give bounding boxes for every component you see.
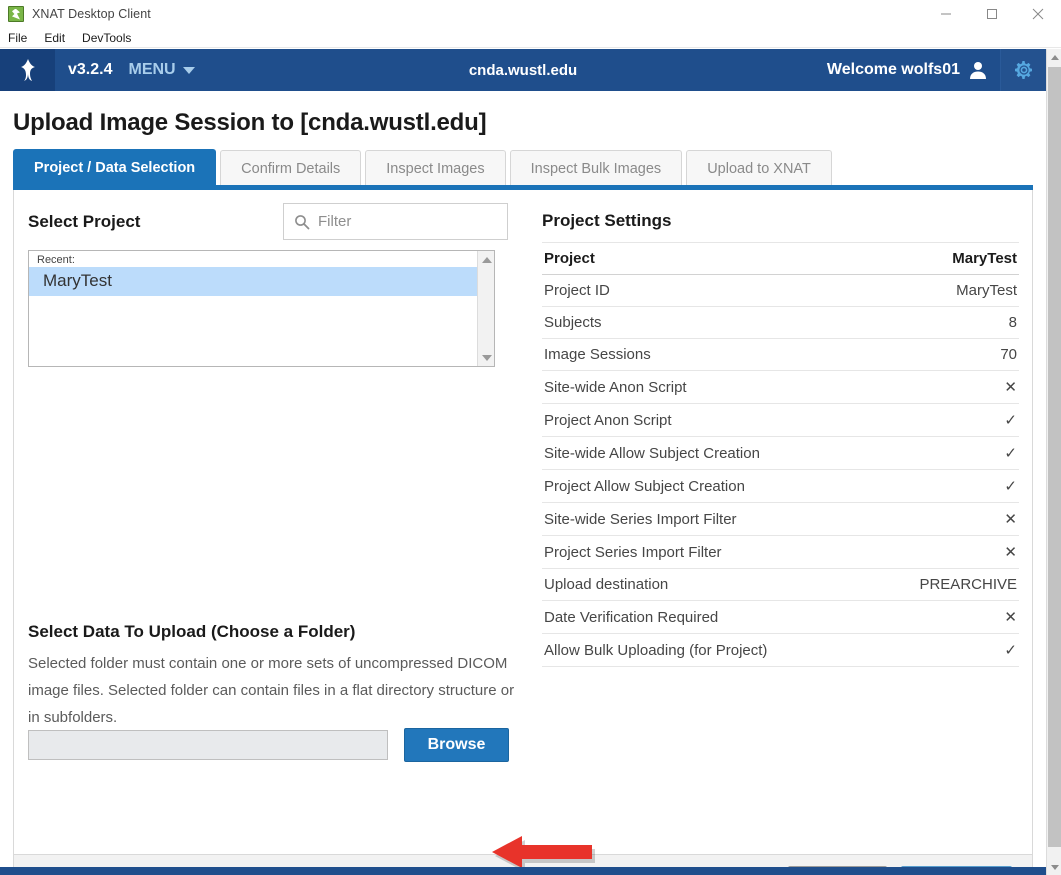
settings-value-cross-icon: ✕: [872, 371, 1019, 404]
settings-label: Image Sessions: [542, 339, 872, 371]
settings-value-cross-icon: ✕: [872, 503, 1019, 536]
table-row: Upload destination PREARCHIVE: [542, 569, 1019, 601]
window-title: XNAT Desktop Client: [32, 7, 151, 21]
menu-item-devtools[interactable]: DevTools: [82, 31, 131, 45]
person-icon[interactable]: [968, 60, 988, 80]
wizard-tabs: Project / Data Selection Confirm Details…: [13, 149, 832, 186]
settings-value: MaryTest: [872, 243, 1019, 275]
table-row: Project Anon Script ✓: [542, 404, 1019, 437]
project-list-scrollbar[interactable]: [477, 251, 494, 366]
gear-icon: [1014, 60, 1034, 80]
scroll-up-icon[interactable]: [478, 251, 495, 268]
table-row: Date Verification Required ✕: [542, 601, 1019, 634]
project-list-item-marytest[interactable]: MaryTest: [29, 267, 494, 296]
settings-label: Allow Bulk Uploading (for Project): [542, 634, 872, 667]
select-data-heading: Select Data To Upload (Choose a Folder): [28, 622, 355, 642]
settings-label: Site-wide Series Import Filter: [542, 503, 872, 536]
nav-menu-label: MENU: [128, 61, 175, 79]
scroll-down-icon[interactable]: [1047, 859, 1061, 875]
tab-project-data-selection[interactable]: Project / Data Selection: [13, 149, 216, 186]
project-list-group-label: Recent:: [29, 251, 494, 267]
settings-label: Project: [542, 243, 872, 275]
table-row: Project Series Import Filter ✕: [542, 536, 1019, 569]
nav-right-group: Welcome wolfs01: [827, 49, 1046, 91]
settings-value-check-icon: ✓: [872, 470, 1019, 503]
settings-value: 8: [872, 307, 1019, 339]
project-list[interactable]: Recent: MaryTest: [28, 250, 495, 367]
window-scrollbar[interactable]: [1046, 49, 1061, 875]
project-filter-box[interactable]: [283, 203, 508, 240]
application-window: XNAT Desktop Client File Edit DevTools v…: [0, 0, 1061, 875]
select-data-description: Selected folder must contain one or more…: [28, 650, 528, 731]
settings-label: Site-wide Allow Subject Creation: [542, 437, 872, 470]
tab-label: Upload to XNAT: [707, 161, 811, 177]
page-bottom-accent: [0, 867, 1046, 875]
tab-confirm-details[interactable]: Confirm Details: [220, 150, 361, 186]
select-project-heading: Select Project: [28, 212, 140, 232]
maximize-icon[interactable]: [969, 0, 1015, 28]
tab-upload-to-xnat[interactable]: Upload to XNAT: [686, 150, 832, 186]
xnat-logo-icon[interactable]: [0, 49, 55, 91]
welcome-user-label[interactable]: Welcome wolfs01: [827, 61, 960, 79]
settings-label: Project Series Import Filter: [542, 536, 872, 569]
settings-label: Site-wide Anon Script: [542, 371, 872, 404]
tab-inspect-images[interactable]: Inspect Images: [365, 150, 505, 186]
settings-value: MaryTest: [872, 275, 1019, 307]
settings-label: Project Allow Subject Creation: [542, 470, 872, 503]
table-row: Site-wide Series Import Filter ✕: [542, 503, 1019, 536]
table-row: Site-wide Allow Subject Creation ✓: [542, 437, 1019, 470]
scroll-up-icon[interactable]: [1047, 49, 1061, 65]
tab-label: Inspect Bulk Images: [531, 161, 662, 177]
minimize-icon[interactable]: [923, 0, 969, 28]
settings-value: PREARCHIVE: [872, 569, 1019, 601]
xnat-app-icon: [8, 6, 24, 22]
scrollbar-thumb[interactable]: [1048, 67, 1061, 847]
project-settings-table: Project MaryTest Project ID MaryTest Sub…: [542, 242, 1019, 667]
settings-value-check-icon: ✓: [872, 404, 1019, 437]
settings-label: Project ID: [542, 275, 872, 307]
settings-value-cross-icon: ✕: [872, 601, 1019, 634]
table-row: Project ID MaryTest: [542, 275, 1019, 307]
settings-label: Project Anon Script: [542, 404, 872, 437]
table-row: Site-wide Anon Script ✕: [542, 371, 1019, 404]
scroll-down-icon[interactable]: [478, 349, 495, 366]
project-filter-input[interactable]: [318, 213, 488, 230]
table-row: Subjects 8: [542, 307, 1019, 339]
tab-inspect-bulk-images[interactable]: Inspect Bulk Images: [510, 150, 683, 186]
menu-item-edit[interactable]: Edit: [44, 31, 65, 45]
app-version: v3.2.4: [68, 61, 112, 79]
settings-label: Upload destination: [542, 569, 872, 601]
page-title: Upload Image Session to [cnda.wustl.edu]: [13, 109, 486, 137]
table-row: Project Allow Subject Creation ✓: [542, 470, 1019, 503]
nav-menu-button[interactable]: MENU: [128, 61, 194, 79]
search-icon: [294, 214, 310, 230]
title-bar: XNAT Desktop Client: [0, 0, 1061, 28]
menu-item-file[interactable]: File: [8, 31, 27, 45]
content-panel: Select Project Recent: MaryTest: [13, 190, 1033, 875]
browse-button[interactable]: Browse: [404, 728, 509, 762]
settings-value-check-icon: ✓: [872, 634, 1019, 667]
close-icon[interactable]: [1015, 0, 1061, 28]
window-controls: [923, 0, 1061, 28]
project-settings-heading: Project Settings: [542, 211, 671, 231]
settings-value-check-icon: ✓: [872, 437, 1019, 470]
settings-value: 70: [872, 339, 1019, 371]
table-row: Image Sessions 70: [542, 339, 1019, 371]
settings-gear-button[interactable]: [1000, 49, 1046, 91]
settings-label: Date Verification Required: [542, 601, 872, 634]
folder-path-input[interactable]: [28, 730, 388, 760]
settings-label: Subjects: [542, 307, 872, 339]
tab-label: Confirm Details: [241, 161, 340, 177]
tab-label: Inspect Images: [386, 161, 484, 177]
table-row-header: Project MaryTest: [542, 243, 1019, 275]
app-navbar: v3.2.4 MENU cnda.wustl.edu Welcome wolfs…: [0, 49, 1046, 91]
table-row: Allow Bulk Uploading (for Project) ✓: [542, 634, 1019, 667]
tab-label: Project / Data Selection: [34, 160, 195, 176]
settings-value-cross-icon: ✕: [872, 536, 1019, 569]
menu-bar: File Edit DevTools: [0, 28, 1061, 48]
chevron-down-icon: [183, 67, 195, 74]
page-body: Upload Image Session to [cnda.wustl.edu]…: [0, 91, 1046, 875]
